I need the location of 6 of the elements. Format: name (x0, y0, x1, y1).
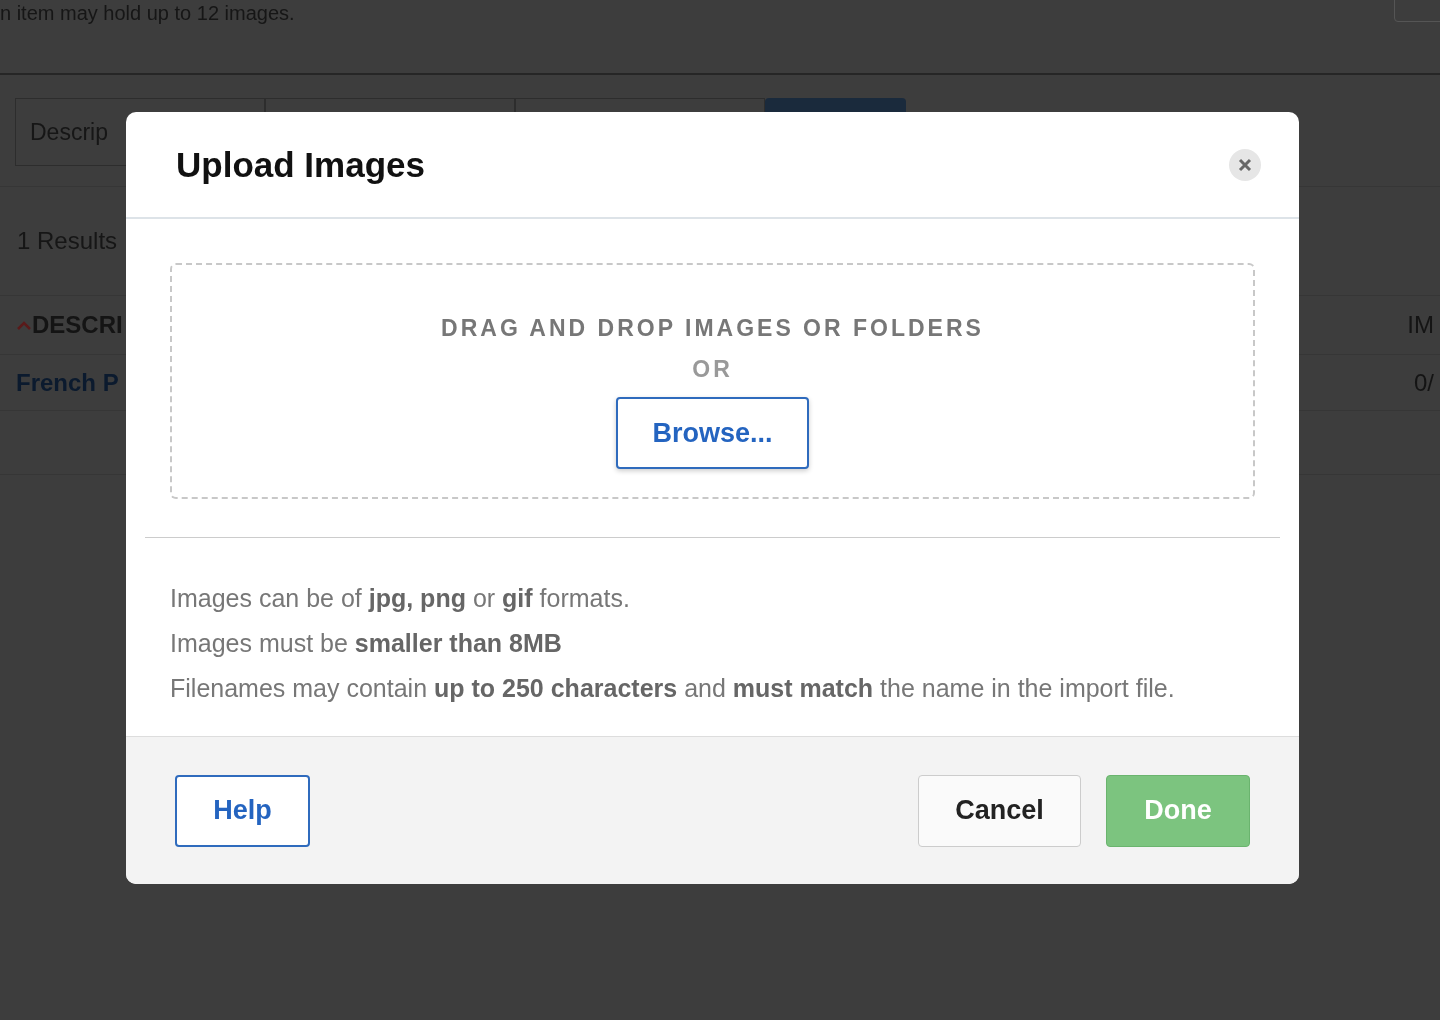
dialog-title: Upload Images (176, 144, 425, 185)
requirement-text: Images must be smaller than 8MB (170, 629, 563, 658)
requirement-text: Images can be of jpg, png or gif formats. (170, 584, 631, 613)
requirement-text: Filenames may contain up to 250 characters and must match the name in the import file. (170, 674, 1176, 703)
or-text: OR (692, 356, 733, 383)
drop-prompt: DRAG AND DROP IMAGES OR FOLDERS (441, 315, 984, 342)
